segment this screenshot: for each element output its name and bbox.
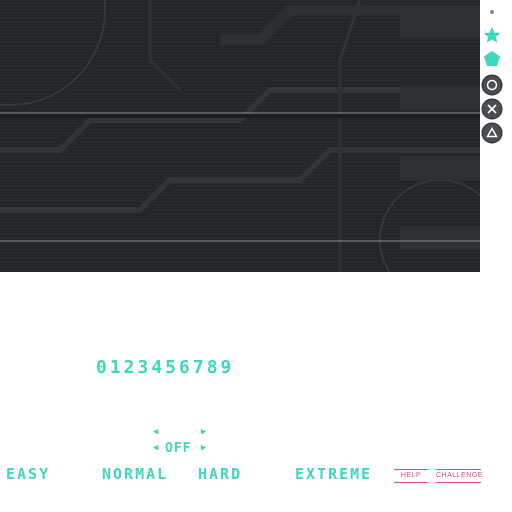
triangle-button-icon xyxy=(481,122,503,144)
toggle-prev-arrow-icon[interactable]: ◀ xyxy=(153,443,158,453)
difficulty-normal[interactable]: NORMAL xyxy=(102,465,168,483)
circuit-pattern xyxy=(0,0,480,272)
challenge-tag[interactable]: CHALLENGE xyxy=(436,469,482,483)
circle-button-icon xyxy=(481,74,503,96)
difficulty-hard[interactable]: HARD xyxy=(198,465,242,483)
toggle-value: OFF xyxy=(165,441,192,456)
difficulty-extreme[interactable]: EXTREME xyxy=(295,465,372,483)
icon-column xyxy=(480,0,512,150)
pentagon-icon xyxy=(484,51,500,66)
dot-icon xyxy=(490,10,494,14)
toggle-next-arrow-icon[interactable]: ▶ xyxy=(201,443,206,453)
arrow-left-icon: ◀ xyxy=(153,427,159,437)
cross-button-icon xyxy=(481,98,503,120)
help-tag[interactable]: HELP xyxy=(394,469,428,483)
arrow-right-icon: ▶ xyxy=(201,427,207,437)
digit-font-strip: 0123456789 xyxy=(96,357,235,378)
difficulty-easy[interactable]: EASY xyxy=(6,465,50,483)
circuit-background-panel xyxy=(0,0,480,272)
star-icon xyxy=(483,27,501,43)
